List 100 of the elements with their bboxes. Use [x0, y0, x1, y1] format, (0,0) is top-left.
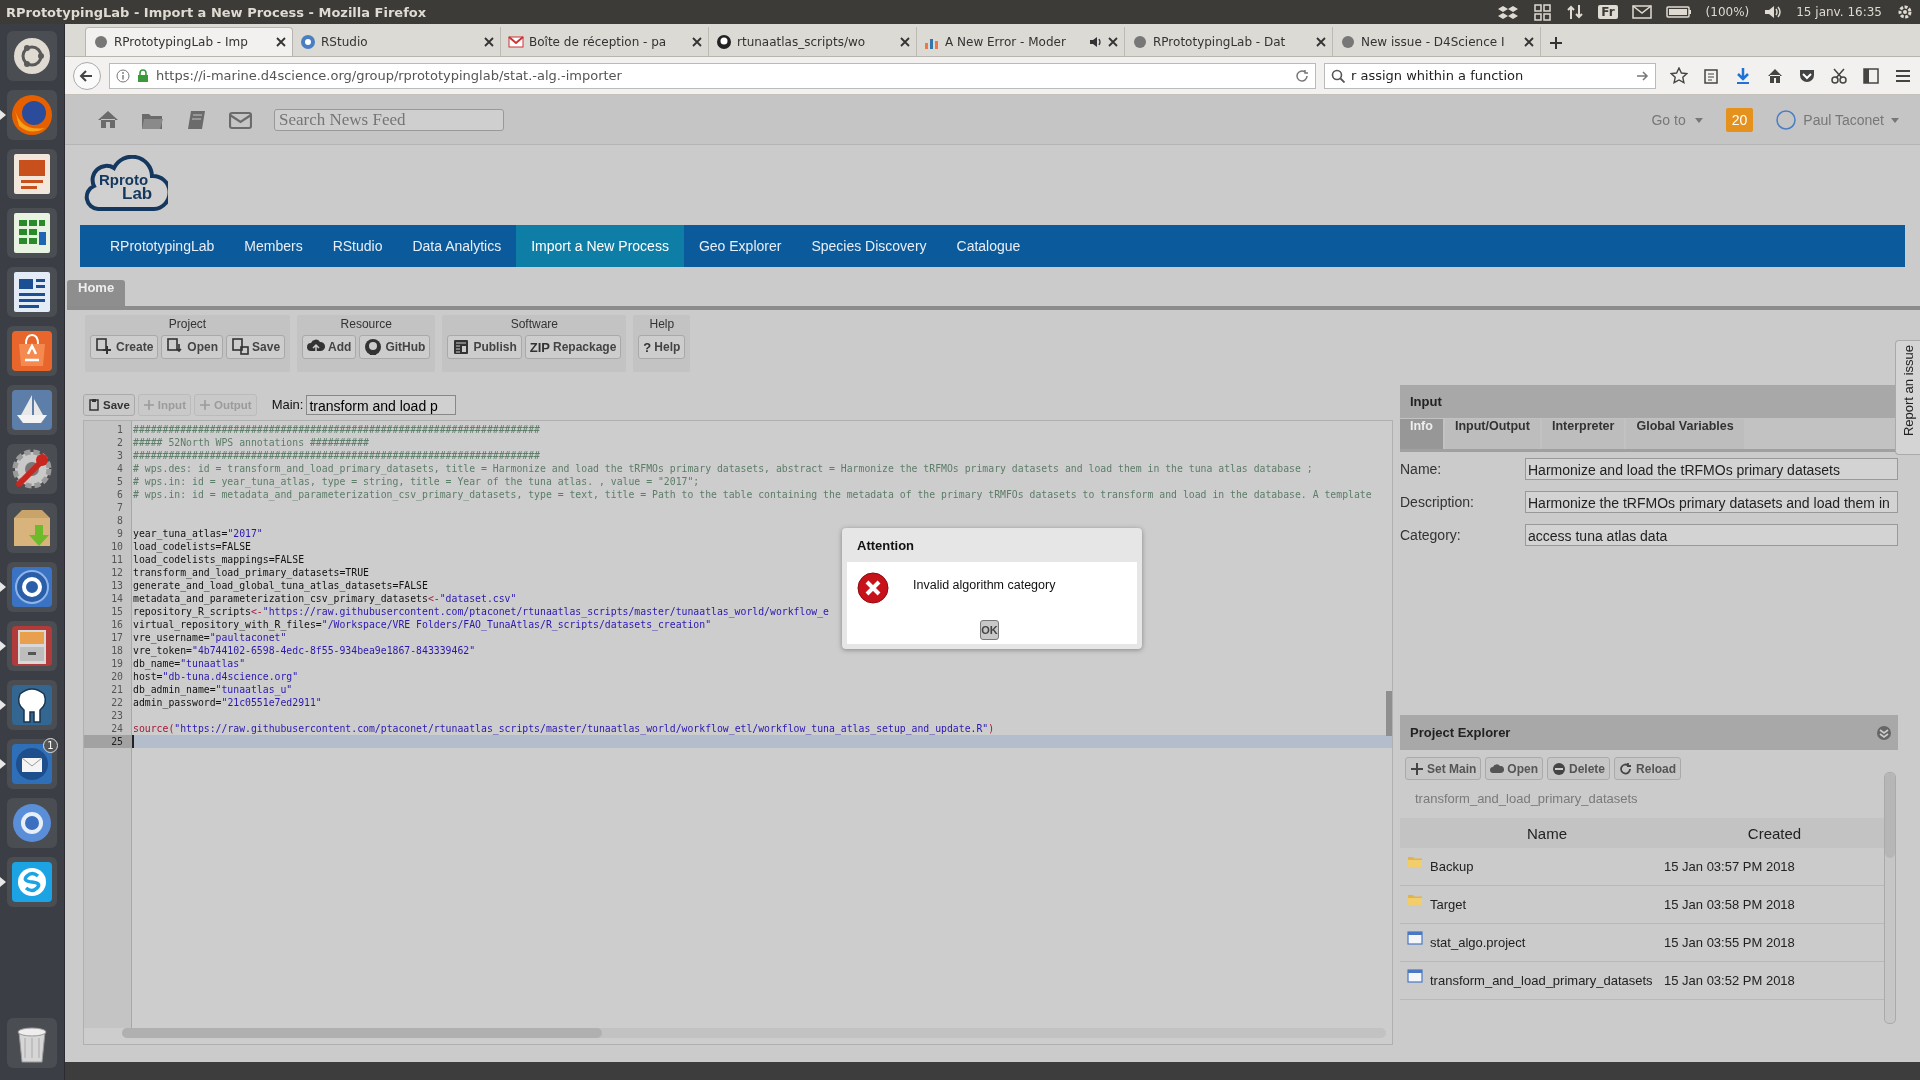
close-icon[interactable] — [1315, 35, 1327, 48]
line-number: 13 — [110, 579, 124, 592]
reload-icon[interactable] — [1295, 68, 1309, 83]
nav-item[interactable]: Import a New Process — [516, 225, 684, 267]
toolbar-button[interactable]: Reload — [1614, 757, 1682, 780]
panel-tab[interactable]: Input/Output — [1444, 419, 1540, 449]
close-icon[interactable] — [1107, 35, 1119, 48]
browser-tab[interactable]: RPrototypingLab - Dat — [1125, 27, 1333, 56]
horizontal-scrollbar[interactable] — [122, 1028, 1386, 1038]
toolbar-button[interactable]: Publish — [447, 335, 522, 359]
toolbar-button[interactable]: Create — [90, 335, 159, 359]
toolbar-button[interactable]: ZIP Repackage — [524, 335, 622, 359]
star-icon[interactable] — [1670, 66, 1688, 85]
home-icon[interactable] — [1766, 66, 1784, 85]
network-icon[interactable] — [1566, 3, 1585, 21]
code-line: # wps.in: id = metadata_and_parameterization_csv_primary_datasets, type = text, title = Path to the table containing the metadata of the primary tRMFOs datasets to transform and load in the database. A template — [132, 488, 1372, 501]
browser-tab[interactable]: A New Error - Moder — [917, 27, 1125, 56]
workspaces-icon[interactable] — [1533, 2, 1553, 22]
table-cell[interactable]: transform_and_load_primary_datasets — [1430, 961, 1664, 1000]
folder-icon — [1407, 854, 1423, 869]
volume-icon[interactable] — [1763, 3, 1783, 21]
toolbar-button[interactable]: Delete — [1547, 757, 1611, 780]
caret-icon — [1890, 115, 1900, 124]
group-title: Software — [510, 317, 559, 331]
clock[interactable]: 15 janv. 16:35 — [1796, 5, 1882, 19]
nav-item[interactable]: Species Discovery — [796, 225, 942, 267]
browser-tab[interactable]: rtunaatlas_scripts/wo — [709, 27, 917, 56]
nav-item[interactable]: RPrototypingLab — [95, 225, 230, 267]
ok-button[interactable]: OK — [980, 620, 999, 640]
nav-item[interactable]: RStudio — [317, 225, 398, 267]
table-cell[interactable]: Backup — [1430, 848, 1664, 886]
mail-icon[interactable] — [1631, 3, 1652, 21]
keyboard-indicator[interactable]: Fr — [1598, 5, 1618, 19]
settings-icon[interactable] — [1896, 3, 1914, 21]
line-number: 12 — [110, 566, 124, 579]
nav-item[interactable]: Geo Explorer — [683, 225, 797, 267]
vertical-scrollbar[interactable] — [1884, 772, 1896, 1024]
code-line: db_name="tunaatlas" — [132, 657, 246, 670]
browser-tab[interactable]: RStudio — [293, 27, 501, 56]
code-area[interactable] — [84, 421, 1392, 1028]
table-cell[interactable]: Target — [1430, 885, 1664, 924]
nav-item[interactable]: Catalogue — [941, 225, 1036, 267]
search-field[interactable]: Search News Feed — [274, 108, 504, 131]
line-number: 16 — [110, 618, 124, 631]
caret-icon — [1693, 115, 1704, 124]
line-number: 22 — [110, 696, 124, 709]
nav-item[interactable]: Data Analytics — [397, 225, 517, 267]
text-field[interactable]: access tuna atlas data — [1525, 523, 1898, 546]
search-field[interactable]: r assign whithin a function — [1324, 62, 1656, 89]
close-icon[interactable] — [483, 35, 495, 48]
sidebar-icon[interactable] — [1862, 66, 1880, 85]
toolbar-button[interactable]: Open — [161, 335, 224, 359]
line-number: 11 — [110, 553, 124, 566]
download-icon[interactable] — [1734, 66, 1752, 85]
line-number: 19 — [110, 657, 124, 670]
toolbar-button[interactable]: GitHub — [359, 335, 431, 359]
panel-tab[interactable]: Global Variables — [1626, 419, 1744, 449]
table-cell[interactable]: stat_algo.project — [1430, 923, 1664, 962]
code-line: host="db-tuna.d4science.org" — [132, 670, 299, 683]
newspaper-icon — [452, 338, 471, 356]
line-number: 17 — [110, 631, 124, 644]
nav-item[interactable]: Members — [229, 225, 318, 267]
error-icon — [857, 572, 889, 604]
toolbar-button[interactable]: Open — [1485, 757, 1543, 780]
browser-tab[interactable]: New issue - D4Science I — [1333, 27, 1541, 56]
toolbar-button[interactable]: Save — [226, 335, 286, 359]
panel-tab[interactable]: Interpreter — [1541, 419, 1625, 449]
field-label: Category: — [1400, 526, 1462, 543]
line-number: 21 — [110, 683, 124, 696]
toolbar-button[interactable]: Add — [302, 335, 357, 359]
scissors-icon[interactable] — [1830, 66, 1848, 85]
battery-icon[interactable] — [1665, 3, 1692, 21]
main-file-field[interactable]: transform and load p — [306, 394, 457, 415]
splitter-handle[interactable] — [1386, 691, 1392, 736]
toolbar-button[interactable]: ? Help — [638, 335, 686, 359]
browser-tab[interactable]: Boîte de réception - pa — [501, 27, 709, 56]
toolbar-button[interactable]: Set Main — [1405, 757, 1482, 780]
speaker-icon — [1089, 34, 1102, 49]
toolbar-button[interactable]: Save — [83, 393, 135, 416]
text-field[interactable]: Harmonize and load the tRFMOs primary datasets — [1525, 457, 1898, 480]
collapse-icon[interactable] — [1876, 724, 1892, 741]
browser-tab[interactable]: RPrototypingLab - Imp — [85, 27, 293, 56]
close-icon[interactable] — [1523, 35, 1535, 48]
avatar-icon — [1775, 108, 1798, 131]
close-icon[interactable] — [275, 36, 287, 48]
text-field[interactable]: Harmonize the tRFMOs primary datasets and load them in — [1525, 490, 1898, 513]
sync-icon[interactable] — [1497, 3, 1520, 21]
back-arrow-icon — [79, 67, 95, 84]
back-button[interactable] — [73, 61, 101, 90]
new-tab-icon[interactable] — [1549, 36, 1563, 50]
line-number: 18 — [110, 644, 124, 657]
clipboard-icon[interactable] — [1702, 66, 1720, 85]
address-bar[interactable]: https://i-marine.d4science.org/group/rprototypinglab/stat.-alg.-importer — [109, 62, 1316, 89]
group-title: Resource — [340, 317, 392, 331]
book-icon[interactable] — [186, 108, 207, 131]
close-icon[interactable] — [899, 35, 911, 48]
code-line: metadata_and_parameterization_csv_primary_datasets<-"dataset.csv" — [132, 592, 517, 605]
close-icon[interactable] — [691, 35, 703, 48]
go-arrow-icon[interactable] — [1635, 68, 1649, 83]
code-line: db_admin_name="tunaatlas_u" — [132, 683, 293, 696]
